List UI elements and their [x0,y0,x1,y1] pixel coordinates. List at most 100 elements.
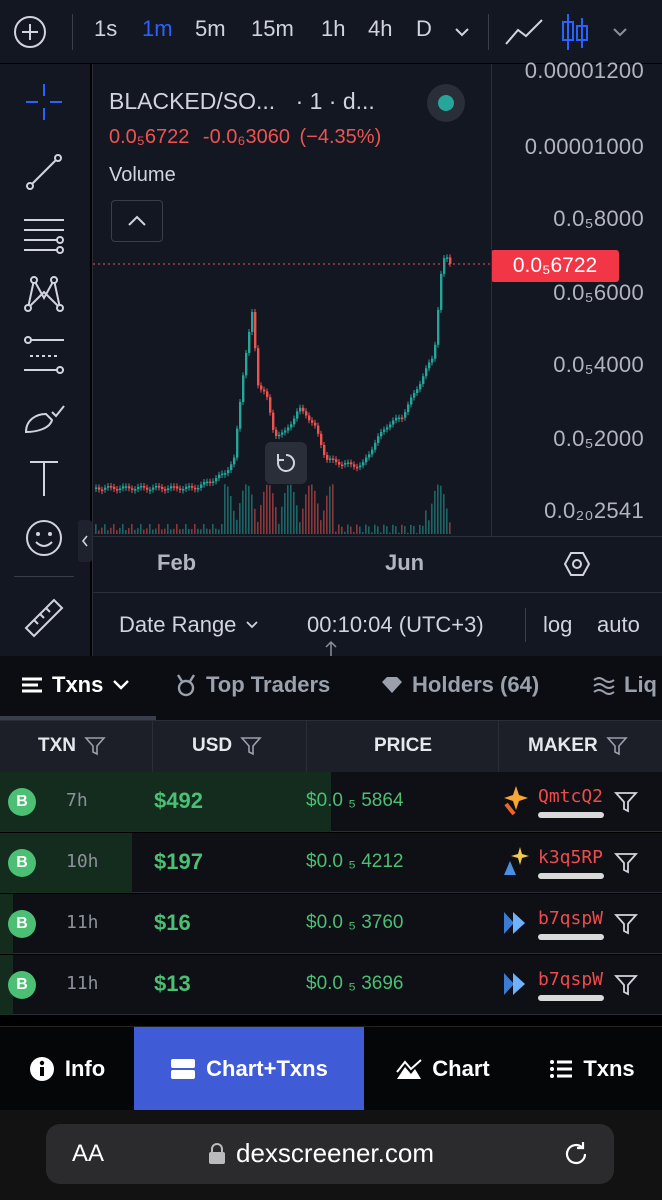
candle [389,424,392,428]
nav-chart[interactable]: Chart [364,1027,522,1111]
url-display[interactable]: dexscreener.com [208,1138,434,1169]
candle [419,383,422,390]
chart-clock[interactable]: 00:10:04 (UTC+3) [307,612,484,638]
reset-chart-button[interactable] [265,442,307,484]
fib-tool[interactable] [20,210,68,258]
timeframe-5m[interactable]: 5m [195,16,226,42]
chart-type-dropdown[interactable] [610,22,630,42]
timeframe-d[interactable]: D [416,16,432,42]
nav-txns[interactable]: Txns [522,1027,662,1111]
maker-address[interactable]: b7qspW [538,969,603,990]
volume-bar [260,504,262,534]
diamond-icon [382,677,402,693]
maker-address[interactable]: b7qspW [538,908,603,929]
maker-address[interactable]: k3q5RP [538,847,603,868]
table-row[interactable]: B 10h $197 $0.0 ₅ 4212 k3q5RP [0,833,662,893]
tab-holders[interactable]: Holders (64) [380,672,539,698]
candle [131,488,134,490]
maker-address[interactable]: QmtcQ2 [538,786,603,807]
candle [167,488,170,490]
trend-line-tool[interactable] [20,148,68,196]
chevron-down-icon [613,28,627,37]
volume-bar [218,529,220,534]
nav-info[interactable]: Info [0,1027,134,1111]
add-indicator-button[interactable] [12,14,48,50]
filter-maker-button[interactable] [614,912,638,936]
candle [344,463,347,465]
table-row[interactable]: B 11h $16 $0.0 ₅ 3760 b7qspW [0,894,662,954]
url-field[interactable]: AA dexscreener.com [46,1124,614,1184]
tab-liquidity[interactable]: Liq [592,672,657,698]
candle [296,411,299,419]
volume-bar [122,524,124,534]
price-chart[interactable]: BLACKED/SO... · 1 · d... 0.0₅6722 -0.0₆3… [92,58,662,656]
reload-icon [565,1142,587,1165]
prediction-tool[interactable] [20,330,68,378]
collapse-legend-button[interactable] [111,200,163,242]
candle [173,486,176,488]
timeframe-1s[interactable]: 1s [94,16,117,42]
tab-top-traders[interactable]: Top Traders [174,672,330,698]
split-view-icon [171,1059,196,1079]
candle [140,486,143,488]
volume-bar [230,495,232,534]
line-chart-type-button[interactable] [504,16,544,48]
forecast-icon [24,336,64,374]
timeframe-1m[interactable]: 1m [142,16,173,42]
list-icon [550,1060,573,1078]
log-scale-toggle[interactable]: log [543,612,572,638]
volume-bar [155,528,157,534]
measure-tool[interactable] [20,594,68,642]
table-row[interactable]: B 7h $492 $0.0 ₅ 5864 QmtcQ2 [0,772,662,832]
toolbar-collapse-handle[interactable] [78,520,92,562]
candle [305,411,308,416]
candle-chart-type-button[interactable] [560,12,590,52]
filter-maker-button[interactable] [614,973,638,997]
timeframe-4h[interactable]: 4h [368,16,392,42]
url-text: dexscreener.com [236,1138,434,1168]
volume-indicator-label: Volume [109,164,176,186]
timeframe-15m[interactable]: 15m [251,16,294,42]
volume-bar [191,529,193,534]
medal-icon [176,674,196,697]
crosshair-tool[interactable] [20,78,68,126]
volume-bar [239,503,241,534]
pattern-tool[interactable] [20,270,68,318]
volume-bar [359,526,361,534]
column-header-maker[interactable]: MAKER [528,735,628,757]
txn-age: 10h [66,851,99,872]
reload-button[interactable] [562,1140,590,1168]
timeframe-1h[interactable]: 1h [321,16,345,42]
candle [209,481,212,484]
volume-bar [284,492,286,534]
candle [200,484,203,488]
volume-bar [119,527,121,534]
candle [341,464,344,467]
candle [152,487,155,490]
nav-chart-txns[interactable]: Chart+Txns [134,1027,364,1111]
column-header-usd[interactable]: USD [192,735,262,757]
volume-bar [158,524,160,534]
candle [308,415,311,421]
table-row[interactable]: B 11h $13 $0.0 ₅ 3696 b7qspW [0,955,662,1015]
volume-bar [317,503,319,534]
maker-underline [538,995,604,1001]
candle [443,258,446,274]
volume-bar [404,525,406,534]
brush-tool[interactable] [20,392,68,440]
auto-scale-toggle[interactable]: auto [597,612,640,638]
column-header-txn[interactable]: TXN [38,735,106,757]
filter-maker-button[interactable] [614,851,638,875]
chart-settings-button[interactable] [563,550,591,578]
timeframe-dropdown[interactable] [452,22,472,42]
txn-usd: $492 [154,788,203,813]
date-range-button[interactable]: Date Range [119,612,260,638]
waves-icon [593,677,615,695]
tab-txns[interactable]: Txns [20,672,131,698]
text-size-button[interactable]: AA [72,1140,104,1168]
filter-maker-button[interactable] [614,790,638,814]
text-tool[interactable] [20,454,68,502]
market-status[interactable] [427,84,465,122]
list-icon [22,677,42,693]
emoji-tool[interactable] [20,514,68,562]
